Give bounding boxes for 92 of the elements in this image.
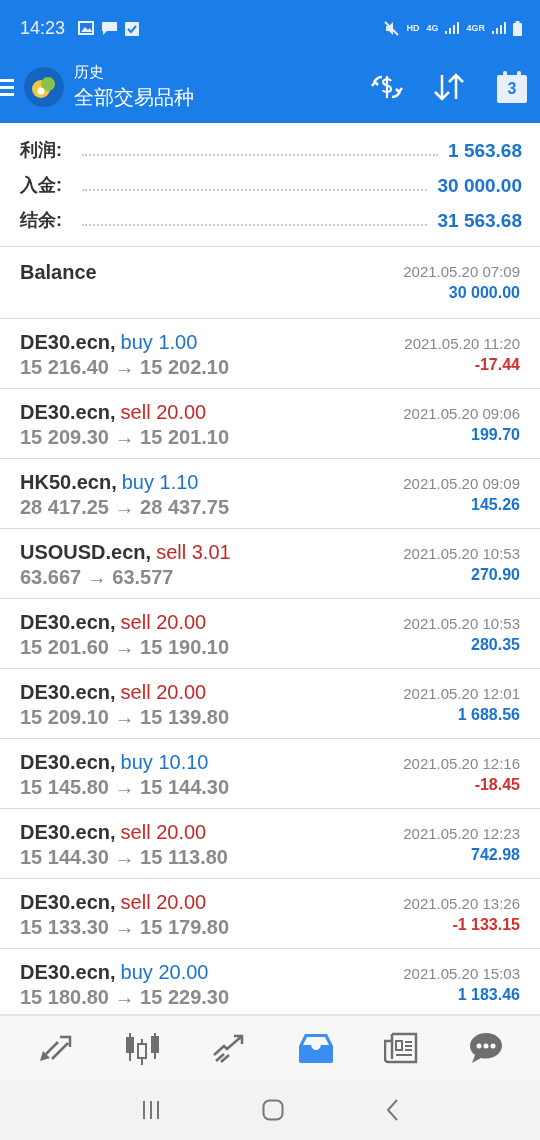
symbol: DE30.ecn, <box>20 751 116 774</box>
symbol: DE30.ecn, <box>20 961 116 984</box>
profit-value: 199.70 <box>471 426 520 444</box>
sort-icon[interactable] <box>432 71 466 102</box>
trade-volume: sell 20.00 <box>120 611 207 634</box>
symbol: DE30.ecn, <box>20 821 116 844</box>
trade-row[interactable]: HK50.ecn, buy 1.10 28 417.25 → 28 437.75 2021.05.20 09:09 145.26 <box>0 459 540 529</box>
deal-time: 2021.05.20 10:53 <box>403 615 520 632</box>
network-label: 4GR <box>466 23 485 33</box>
trade-volume: buy 1.00 <box>120 331 198 354</box>
profit-value: 1 183.46 <box>457 986 520 1004</box>
deal-time: 2021.05.20 07:09 <box>403 263 520 280</box>
trade-row[interactable]: DE30.ecn, buy 1.00 15 216.40 → 15 202.10 2021.05.20 11:20 -17.44 <box>0 319 540 389</box>
symbol: USOUSD.ecn, <box>20 541 152 564</box>
profit-value: -17.44 <box>474 356 520 374</box>
summary-label: 结余: <box>20 209 62 232</box>
profit-value: -1 133.15 <box>452 916 520 934</box>
price-range: 15 145.80 → 15 144.30 <box>20 776 230 799</box>
summary-label: 利润: <box>20 139 62 162</box>
screen-subtitle: 历史 <box>74 62 105 82</box>
trade-volume: buy 20.00 <box>120 961 209 984</box>
deal-time: 2021.05.20 13:26 <box>403 895 520 912</box>
trade-row[interactable]: DE30.ecn, sell 20.00 15 144.30 → 15 113.80 2021.05.20 12:23 742.98 <box>0 809 540 879</box>
battery-icon <box>513 20 522 36</box>
symbol: DE30.ecn, <box>20 891 116 914</box>
price-range: 15 216.40 → 15 202.10 <box>20 356 230 379</box>
trade-row[interactable]: DE30.ecn, sell 20.00 15 209.30 → 15 201.10 2021.05.20 09:06 199.70 <box>0 389 540 459</box>
profit-value: -18.45 <box>474 776 520 794</box>
chat-icon[interactable] <box>468 1032 503 1064</box>
price-range: 28 417.25 → 28 437.75 <box>20 496 230 519</box>
symbol: DE30.ecn, <box>20 331 116 354</box>
trade-volume: sell 3.01 <box>156 541 231 564</box>
balance-amount: 30 000.00 <box>448 284 520 302</box>
trade-row[interactable]: DE30.ecn, sell 20.00 15 209.10 → 15 139.80 2021.05.20 12:01 1 688.56 <box>0 669 540 739</box>
trade-volume: sell 20.00 <box>120 681 207 704</box>
signal-icon <box>492 22 506 34</box>
newspaper-icon[interactable] <box>383 1032 418 1064</box>
price-range: 15 144.30 → 15 113.80 <box>20 846 228 869</box>
deal-time: 2021.05.20 12:16 <box>403 755 520 772</box>
deal-time: 2021.05.20 12:23 <box>403 825 520 842</box>
trade-volume: sell 20.00 <box>120 401 207 424</box>
deal-time: 2021.05.20 09:06 <box>403 405 520 422</box>
message-icon <box>101 20 119 36</box>
back-icon[interactable] <box>385 1099 400 1121</box>
symbol: DE30.ecn, <box>20 681 116 704</box>
price-range: 15 209.10 → 15 139.80 <box>20 706 230 729</box>
trade-volume: buy 1.10 <box>121 471 199 494</box>
home-icon[interactable] <box>262 1099 284 1121</box>
deal-time: 2021.05.20 09:09 <box>403 475 520 492</box>
profit-value: 145.26 <box>471 496 520 514</box>
clock: 14:23 <box>20 17 66 39</box>
inbox-icon[interactable] <box>298 1033 333 1063</box>
trade-volume: buy 10.10 <box>120 751 209 774</box>
trade-row[interactable]: DE30.ecn, sell 20.00 15 133.30 → 15 179.80 2021.05.20 13:26 -1 133.15 <box>0 879 540 949</box>
summary-value: 1 563.68 <box>448 140 522 162</box>
price-range: 15 180.80 → 15 229.30 <box>20 986 230 1009</box>
image-icon <box>78 21 95 35</box>
trade-volume: sell 20.00 <box>120 821 207 844</box>
price-range: 15 209.30 → 15 201.10 <box>20 426 230 449</box>
menu-icon[interactable] <box>0 77 14 96</box>
price-range: 15 133.30 → 15 179.80 <box>20 916 230 939</box>
recent-apps-icon[interactable] <box>140 1100 161 1120</box>
candlestick-icon[interactable] <box>124 1031 161 1065</box>
symbol: DE30.ecn, <box>20 611 116 634</box>
deal-time: 2021.05.20 12:01 <box>403 685 520 702</box>
signal-icon <box>445 22 460 34</box>
symbol: HK50.ecn, <box>20 471 117 494</box>
deal-time: 2021.05.20 15:03 <box>403 965 520 982</box>
trade-row[interactable]: DE30.ecn, buy 10.10 15 145.80 → 15 144.30 2021.05.20 12:16 -18.45 <box>0 739 540 809</box>
symbol: DE30.ecn, <box>20 401 116 424</box>
screen-title[interactable]: 全部交易品种 <box>74 83 342 111</box>
deal-time: 2021.05.20 10:53 <box>403 545 520 562</box>
balance-label: Balance <box>20 261 97 284</box>
summary-value: 30 000.00 <box>437 175 522 197</box>
network-label: 4G <box>426 23 439 33</box>
arrows-icon[interactable] <box>37 1033 74 1063</box>
trade-volume: sell 20.00 <box>120 891 207 914</box>
mute-icon <box>384 20 400 36</box>
summary-label: 入金: <box>20 174 62 197</box>
hd-label: HD <box>406 23 420 33</box>
app-logo-icon <box>24 66 64 107</box>
price-range: 15 201.60 → 15 190.10 <box>20 636 230 659</box>
trade-row[interactable]: USOUSD.ecn, sell 3.01 63.667 → 63.577 2021.05.20 10:53 270.90 <box>0 529 540 599</box>
deal-time: 2021.05.20 11:20 <box>404 335 520 352</box>
profit-value: 280.35 <box>471 636 520 654</box>
profit-value: 270.90 <box>471 566 520 584</box>
checkbox-icon <box>125 20 140 36</box>
price-range: 63.667 → 63.577 <box>20 566 175 589</box>
summary-value: 31 563.68 <box>437 210 522 232</box>
profit-value: 1 688.56 <box>457 706 520 724</box>
profit-value: 742.98 <box>471 846 520 864</box>
trade-row[interactable]: DE30.ecn, sell 20.00 15 201.60 → 15 190.10 2021.05.20 10:53 280.35 <box>0 599 540 669</box>
